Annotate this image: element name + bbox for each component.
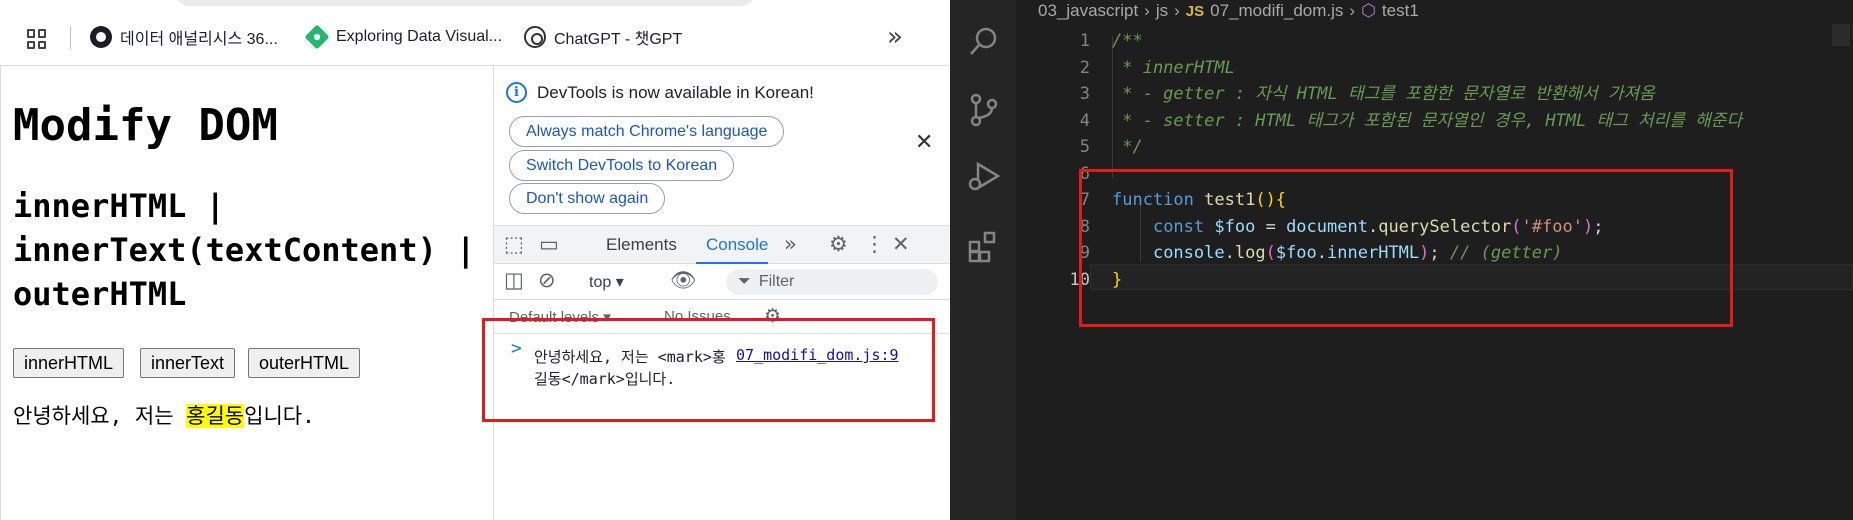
breadcrumb-folder[interactable]: 03_javascript bbox=[1038, 1, 1138, 21]
settings-gear-icon[interactable]: ⚙ bbox=[829, 232, 848, 256]
chatgpt-icon bbox=[524, 26, 546, 48]
close-devtools-icon[interactable]: ✕ bbox=[892, 232, 910, 256]
doc-comment: * innerHTML bbox=[1112, 57, 1235, 78]
chevron-right-icon: › bbox=[1349, 1, 1356, 20]
web-page: Modify DOM innerHTML | innerText(textCon… bbox=[0, 66, 493, 520]
chevron-right-icon: › bbox=[1144, 1, 1150, 20]
filter-icon: ⏷ bbox=[738, 273, 751, 290]
doc-comment: * - getter : 자식 HTML 태그를 포함한 문자열로 반환해서 가… bbox=[1112, 84, 1655, 104]
doc-comment: * - setter : HTML 태그가 포함된 문자열인 경우, HTML … bbox=[1112, 110, 1743, 131]
function-symbol-icon: ⬡ bbox=[1361, 1, 1376, 20]
always-match-language-button[interactable]: Always match Chrome's language bbox=[509, 116, 785, 147]
bookmarks-separator bbox=[70, 26, 71, 50]
bookmark-github[interactable]: 데이터 애널리시스 36... bbox=[90, 24, 278, 50]
console-highlight-box bbox=[482, 318, 935, 422]
foo-text-after: 입니다. bbox=[244, 404, 315, 428]
run-debug-icon[interactable] bbox=[966, 158, 1002, 194]
line-number: 1 bbox=[1079, 31, 1090, 51]
dont-show-again-button[interactable]: Don't show again bbox=[509, 183, 666, 214]
foo-mark: 홍길동 bbox=[186, 404, 245, 428]
more-bookmarks-icon[interactable]: » bbox=[887, 22, 903, 52]
innerhtml-button[interactable]: innerHTML bbox=[13, 348, 125, 378]
switch-to-korean-button[interactable]: Switch DevTools to Korean bbox=[509, 150, 735, 181]
foo-paragraph: 안녕하세요, 저는 홍길동입니다. bbox=[13, 400, 315, 430]
bookmark-label: ChatGPT - 챗GPT bbox=[554, 31, 683, 48]
devtools-language-notice: i DevTools is now available in Korean! bbox=[506, 82, 814, 103]
breadcrumb-folder[interactable]: js bbox=[1156, 1, 1168, 21]
line-number: 4 bbox=[1079, 110, 1090, 131]
code-highlight-box bbox=[1079, 169, 1733, 327]
browser-window: 데이터 애널리시스 36... Exploring Data Visual...… bbox=[0, 0, 950, 520]
apps-grid-icon[interactable] bbox=[27, 29, 47, 49]
devtools-panel: i DevTools is now available in Korean! A… bbox=[493, 66, 950, 520]
activity-bar bbox=[950, 0, 1016, 520]
tab-strip-edge bbox=[175, 0, 755, 6]
console-filter-input[interactable]: ⏷ Filter bbox=[726, 269, 938, 295]
context-value: top bbox=[589, 274, 612, 291]
bookmark-label: Exploring Data Visual... bbox=[336, 28, 503, 45]
sidebar-toggle-icon[interactable]: ◫ bbox=[504, 268, 524, 292]
tab-console[interactable]: Console bbox=[706, 235, 768, 255]
js-file-icon: JS bbox=[1185, 2, 1205, 20]
devtools-tabbar: ⬚ ▭ Elements Console » ⚙ ⋮ ✕ bbox=[494, 225, 950, 265]
bookmarks-bar: 데이터 애널리시스 36... Exploring Data Visual...… bbox=[0, 0, 949, 66]
extensions-icon[interactable] bbox=[966, 228, 1002, 264]
innertext-button[interactable]: innerText bbox=[140, 348, 236, 378]
exploring-data-icon bbox=[304, 24, 330, 50]
chevron-right-icon: › bbox=[1174, 1, 1180, 20]
doc-comment: */ bbox=[1112, 137, 1143, 157]
search-icon[interactable] bbox=[966, 24, 1002, 60]
more-options-icon[interactable]: ⋮ bbox=[864, 232, 885, 256]
page-title: Modify DOM bbox=[13, 100, 278, 151]
breadcrumb-symbol[interactable]: test1 bbox=[1382, 1, 1419, 21]
filter-placeholder: Filter bbox=[758, 273, 795, 290]
code-line: /** bbox=[1112, 28, 1742, 55]
line-number: 3 bbox=[1079, 84, 1090, 104]
code-line: * innerHTML bbox=[1112, 55, 1742, 82]
device-toolbar-icon[interactable]: ▭ bbox=[539, 232, 559, 256]
editor-breadcrumb: 03_javascript › js › JS 07_modifi_dom.js… bbox=[1038, 0, 1419, 22]
breadcrumb-file[interactable]: 07_modifi_dom.js bbox=[1210, 1, 1343, 21]
foo-text-before: 안녕하세요, 저는 bbox=[13, 404, 187, 428]
live-expression-eye-icon[interactable]: 👁 bbox=[670, 268, 697, 293]
info-icon: i bbox=[506, 82, 527, 103]
code-line: */ bbox=[1112, 134, 1742, 161]
line-number: 5 bbox=[1079, 137, 1090, 157]
minimap[interactable] bbox=[1832, 24, 1850, 46]
source-control-icon[interactable] bbox=[966, 92, 1002, 128]
bookmark-chatgpt[interactable]: ChatGPT - 챗GPT bbox=[524, 24, 682, 50]
clear-console-icon[interactable]: ⊘ bbox=[538, 268, 556, 292]
more-tabs-icon[interactable]: » bbox=[784, 232, 797, 256]
outerhtml-button[interactable]: outerHTML bbox=[248, 348, 361, 378]
line-number: 2 bbox=[1079, 57, 1090, 78]
bookmark-exploring-data[interactable]: Exploring Data Visual... bbox=[304, 24, 503, 50]
github-icon bbox=[90, 26, 112, 48]
bookmark-label: 데이터 애널리시스 36... bbox=[120, 31, 278, 48]
code-line: * - getter : 자식 HTML 태그를 포함한 문자열로 반환해서 가… bbox=[1112, 81, 1742, 108]
notice-text: DevTools is now available in Korean! bbox=[537, 82, 814, 102]
context-select[interactable]: top ▾ bbox=[589, 272, 624, 292]
page-subtitle: innerHTML | innerText(textContent) | out… bbox=[13, 187, 476, 313]
inspect-element-icon[interactable]: ⬚ bbox=[504, 232, 524, 256]
code-line: * - setter : HTML 태그가 포함된 문자열인 경우, HTML … bbox=[1112, 108, 1742, 135]
console-toolbar: ◫ ⊘ top ▾ 👁 ⏷ Filter bbox=[494, 264, 950, 300]
close-notice-icon[interactable]: ✕ bbox=[915, 130, 933, 155]
tab-elements[interactable]: Elements bbox=[606, 235, 677, 255]
doc-comment: /** bbox=[1112, 31, 1143, 51]
